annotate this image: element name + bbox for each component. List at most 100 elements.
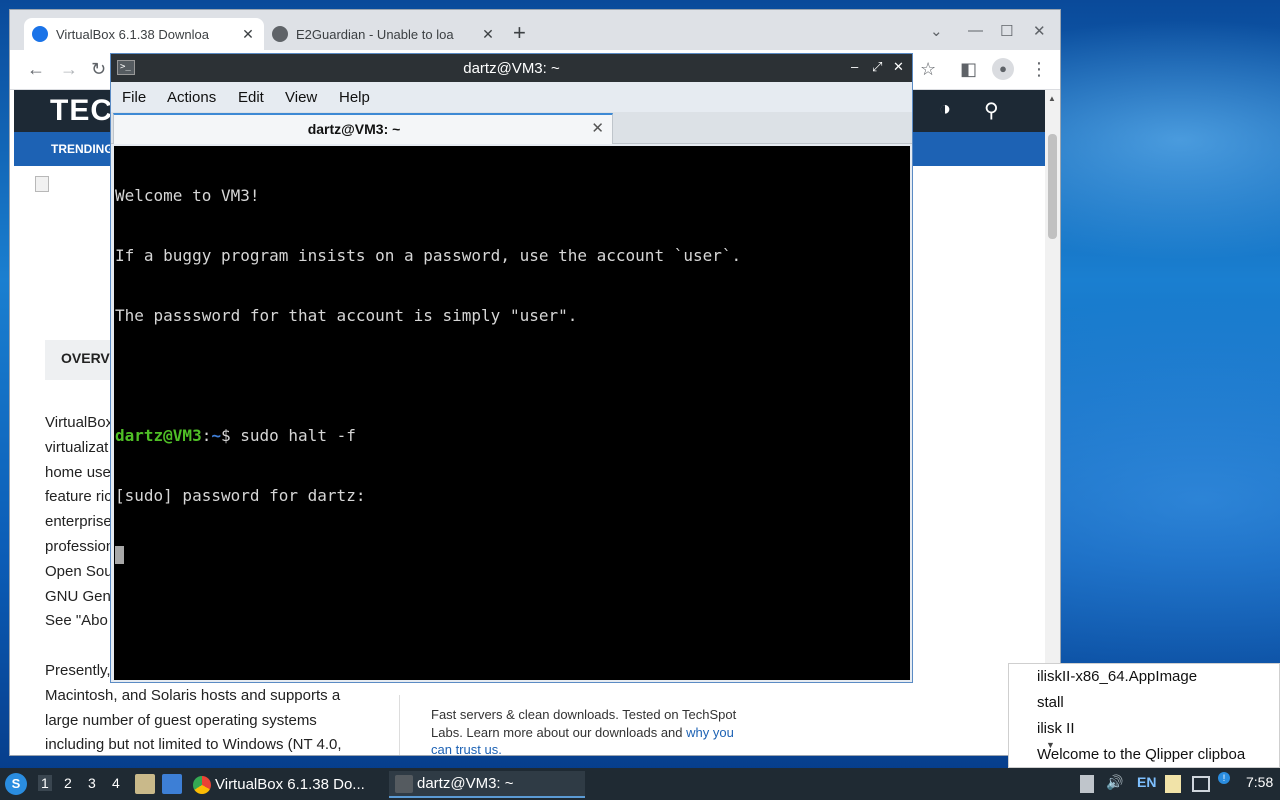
maximize-button[interactable]: ☐: [1000, 22, 1013, 40]
minimize-button[interactable]: —: [968, 22, 983, 39]
article-line: including but not limited to Windows (NT…: [45, 736, 342, 754]
bookmark-star-icon[interactable]: ☆: [920, 60, 936, 78]
tab-favicon-icon: [32, 26, 48, 42]
clipboard-icon[interactable]: [1165, 775, 1181, 793]
maximize-button[interactable]: ⤢: [872, 59, 882, 75]
sudo-password-prompt: [sudo] password for dartz:: [115, 486, 366, 505]
article-line: GNU Gen: [45, 587, 111, 605]
chrome-icon: [193, 775, 211, 794]
close-window-button[interactable]: ✕: [893, 59, 904, 75]
menu-help[interactable]: Help: [339, 89, 370, 106]
browser-tab-e2guardian[interactable]: E2Guardian - Unable to loa ✕: [264, 18, 504, 50]
terminal-input-line[interactable]: [115, 546, 910, 566]
profile-avatar-icon[interactable]: ●: [992, 58, 1014, 80]
tab-search-icon[interactable]: ⌄: [930, 22, 943, 40]
clipboard-item[interactable]: stall: [1037, 694, 1064, 711]
typed-command: sudo halt -f: [240, 426, 356, 445]
prompt-symbol: $: [220, 426, 241, 445]
search-icon[interactable]: ⚲: [984, 98, 999, 123]
minimize-button[interactable]: –: [851, 59, 858, 74]
taskbar-task-terminal[interactable]: dartz@VM3: ~: [389, 771, 585, 798]
menu-edit[interactable]: Edit: [238, 89, 264, 106]
terminal-titlebar[interactable]: >_ dartz@VM3: ~ – ⤢ ✕: [111, 54, 912, 82]
side-panel-icon[interactable]: ◧: [960, 60, 977, 78]
menu-view[interactable]: View: [285, 89, 317, 106]
nav-item-trending[interactable]: TRENDING: [51, 142, 114, 156]
article-line: enterprise: [45, 513, 112, 531]
site-logo[interactable]: TEC: [50, 94, 113, 128]
clipboard-item[interactable]: iliskII-x86_64.AppImage: [1037, 668, 1197, 685]
task-label: VirtualBox 6.1.38 Do...: [215, 776, 365, 793]
terminal-menubar: File Actions Edit View Help: [111, 82, 912, 112]
terminal-output[interactable]: Welcome to VM3! If a buggy program insis…: [114, 146, 910, 680]
workspace-2-button[interactable]: 2: [64, 775, 72, 791]
prompt-path: ~: [211, 426, 221, 445]
close-tab-icon[interactable]: ✕: [591, 119, 604, 137]
browser-tab-virtualbox[interactable]: VirtualBox 6.1.38 Downloa ✕: [24, 18, 264, 50]
article-line: large number of guest operating systems: [45, 711, 317, 729]
start-menu-button[interactable]: S: [5, 773, 27, 795]
taskbar-task-browser[interactable]: VirtualBox 6.1.38 Do...: [193, 771, 383, 798]
clipboard-item[interactable]: Welcome to the Qlipper clipboa: [1037, 746, 1245, 763]
article-line: profession: [45, 537, 115, 555]
article-line: See "Abo: [45, 612, 108, 630]
keyboard-layout-indicator[interactable]: EN: [1137, 774, 1156, 790]
terminal-window-title: dartz@VM3: ~: [463, 60, 560, 77]
prompt-separator: :: [201, 426, 212, 445]
browser-tabstrip: VirtualBox 6.1.38 Downloa ✕ E2Guardian -…: [10, 10, 1060, 50]
broken-image-icon: [35, 176, 49, 192]
tab-favicon-icon: [272, 26, 288, 42]
download-trust-note: Fast servers & clean downloads. Tested o…: [431, 706, 741, 755]
forward-button[interactable]: →: [60, 60, 78, 78]
page-scrollbar[interactable]: ▲: [1045, 90, 1060, 755]
theme-toggle-icon[interactable]: ◑: [939, 98, 951, 121]
tab-title: E2Guardian - Unable to loa: [296, 26, 454, 42]
article-line: VirtualBox: [45, 414, 114, 431]
terminal-tabbar: dartz@VM3: ~ ✕: [111, 112, 912, 144]
article-line: Macintosh, and Solaris hosts and support…: [45, 686, 341, 704]
scrollbar-thumb[interactable]: [1048, 134, 1057, 239]
article-line: Presently,: [45, 661, 111, 679]
terminal-line: If a buggy program insists on a password…: [115, 246, 742, 265]
network-icon[interactable]: [1192, 776, 1210, 792]
volume-icon[interactable]: 🔊: [1106, 774, 1123, 791]
new-tab-button[interactable]: +: [513, 22, 526, 44]
article-line: virtualizat: [45, 438, 109, 456]
terminal-line: The passsword for that account is simply…: [115, 306, 578, 325]
column-divider: [399, 695, 400, 755]
clipboard-history-popup: iliskII-x86_64.AppImage stall ilisk II W…: [1008, 663, 1280, 768]
taskbar: S 1 2 3 4 VirtualBox 6.1.38 Do... dartz@…: [0, 768, 1280, 800]
clock[interactable]: 7:58: [1246, 774, 1273, 790]
terminal-line: Welcome to VM3!: [115, 186, 260, 205]
prompt-user: dartz@VM3: [115, 426, 202, 445]
close-tab-icon[interactable]: ✕: [240, 26, 256, 43]
more-menu-icon[interactable]: ⋮: [1030, 60, 1048, 78]
menu-actions[interactable]: Actions: [167, 89, 216, 106]
workspace-3-button[interactable]: 3: [88, 775, 96, 791]
article-line: feature ric: [45, 488, 112, 506]
scroll-up-arrow-icon[interactable]: ▲: [1048, 94, 1056, 103]
file-manager-icon[interactable]: [135, 774, 155, 794]
article-line: Open Sou: [45, 562, 113, 580]
workspace-1-button[interactable]: 1: [38, 775, 52, 791]
task-label: dartz@VM3: ~: [417, 775, 514, 792]
terminal-tab[interactable]: dartz@VM3: ~ ✕: [113, 113, 613, 144]
show-desktop-icon[interactable]: [162, 774, 182, 794]
battery-icon[interactable]: [1080, 775, 1094, 793]
clipboard-item[interactable]: ilisk II: [1037, 720, 1075, 737]
terminal-window: >_ dartz@VM3: ~ – ⤢ ✕ File Actions Edit …: [110, 53, 913, 683]
notification-icon[interactable]: !: [1218, 772, 1230, 784]
terminal-icon: [395, 774, 413, 793]
menu-file[interactable]: File: [122, 89, 146, 106]
terminal-prompt-line: dartz@VM3:~$ sudo halt -f: [115, 426, 910, 446]
reload-button[interactable]: ↻: [91, 60, 106, 78]
tab-overview-label: OVERVI: [61, 350, 114, 366]
terminal-tab-label: dartz@VM3: ~: [307, 121, 401, 137]
workspace-4-button[interactable]: 4: [112, 775, 120, 791]
close-window-button[interactable]: ✕: [1033, 22, 1046, 40]
popup-scroll-down-icon[interactable]: ▼: [1046, 740, 1055, 750]
back-button[interactable]: ←: [27, 60, 45, 78]
close-tab-icon[interactable]: ✕: [480, 26, 496, 43]
tab-title: VirtualBox 6.1.38 Downloa: [56, 26, 209, 42]
